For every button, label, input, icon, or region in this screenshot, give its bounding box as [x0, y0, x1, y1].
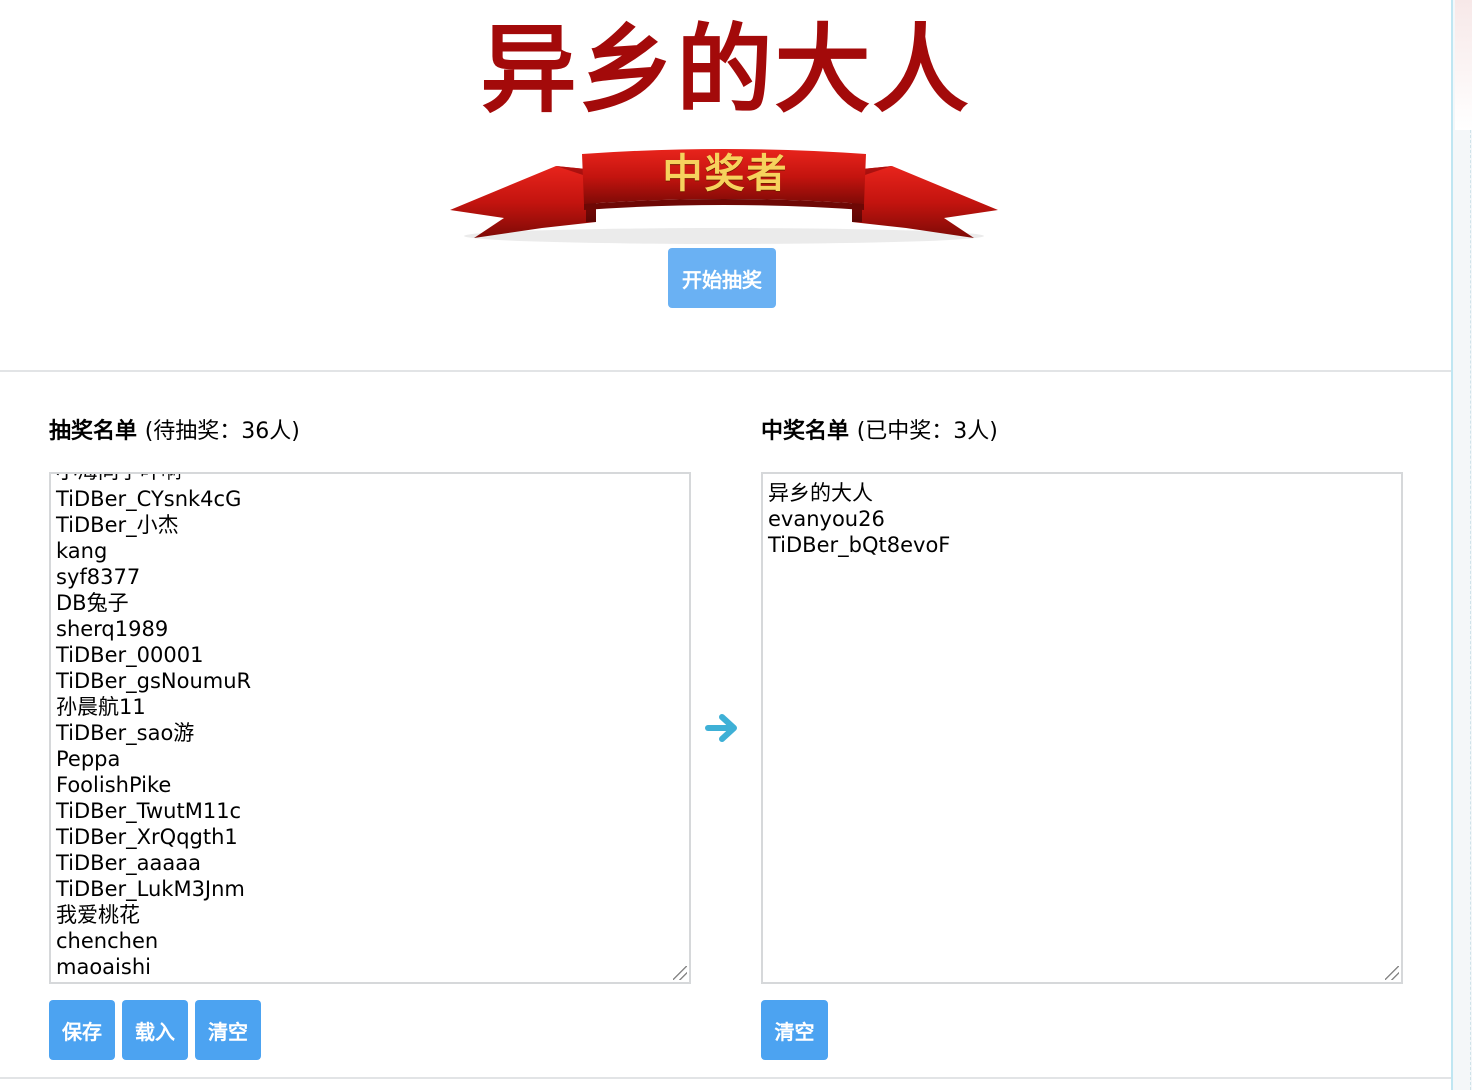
winner-name-line: 异乡的大人 [768, 481, 873, 505]
current-winner-name: 异乡的大人 [480, 13, 971, 126]
pending-name-line: syf8377 [56, 565, 141, 589]
pending-name-line: 我爱桃花 [56, 903, 140, 927]
lottery-page: 异乡的大人 中奖者 开始抽奖 抽奖名单 (待抽奖：36人) TiDBer_CYs… [0, 0, 1451, 1090]
winners-names-textarea[interactable]: 异乡的大人 evanyou26 TiDBer_bQt8evoF [761, 472, 1403, 984]
pending-list-title: 抽奖名单 (待抽奖：36人) [49, 414, 300, 450]
pending-name-line: TiDBer_gsNoumuR [56, 669, 252, 693]
scrollbar-track[interactable] [1451, 0, 1472, 1090]
winners-list-label: 中奖名单 [761, 419, 850, 444]
pending-name-line: TiDBer_LukM3Jnm [56, 877, 245, 901]
pending-names-list: TiDBer_CYsnk4cG TiDBer_小杰 kang syf8377 DB兔子 s… [56, 486, 251, 980]
pending-name-line: DB兔子 [56, 591, 129, 615]
save-button[interactable]: 保存 [49, 1000, 115, 1060]
start-lottery-button[interactable]: 开始抽奖 [668, 248, 776, 308]
pending-name-line: Peppa [56, 747, 121, 771]
clear-pending-button[interactable]: 清空 [195, 1000, 261, 1060]
pending-name-line: TiDBer_00001 [56, 643, 204, 667]
winner-name-line: TiDBer_bQt8evoF [768, 533, 951, 557]
winners-count: (已中奖：3人) [856, 419, 998, 444]
pending-name-line: 孙晨航11 [56, 695, 146, 719]
resize-handle-icon[interactable] [1385, 966, 1399, 980]
pending-list-label: 抽奖名单 [49, 419, 138, 444]
footer-divider [0, 1077, 1451, 1079]
winners-names-list: 异乡的大人 evanyou26 TiDBer_bQt8evoF [768, 480, 950, 558]
ribbon-label: 中奖者 [662, 150, 789, 197]
pending-name-line: kang [56, 539, 108, 563]
winner-name-line: evanyou26 [768, 507, 885, 531]
pending-name-line: TiDBer_XrQqgth1 [56, 825, 238, 849]
resize-handle-icon[interactable] [673, 966, 687, 980]
clear-winners-button[interactable]: 清空 [761, 1000, 828, 1060]
load-button[interactable]: 载入 [122, 1000, 188, 1060]
pending-name-line: sherq1989 [56, 617, 169, 641]
pending-name-line: TiDBer_aaaaa [56, 851, 201, 875]
pending-count: (待抽奖：36人) [144, 419, 300, 444]
pending-name-line: TiDBer_小杰 [56, 513, 179, 537]
header-divider [0, 370, 1451, 372]
pending-names-partial-line: 小海同学叶啊 [56, 474, 182, 484]
pending-name-line: maoaishi [56, 955, 151, 979]
arrow-right-icon [705, 714, 737, 742]
pending-name-line: TiDBer_CYsnk4cG [56, 487, 242, 511]
pending-name-line: FoolishPike [56, 773, 172, 797]
pending-name-line: TiDBer_TwutM11c [56, 799, 242, 823]
pending-name-line: TiDBer_sao游 [56, 721, 195, 745]
winners-list-title: 中奖名单 (已中奖：3人) [761, 414, 998, 450]
pending-names-textarea[interactable]: 小海同学叶啊 TiDBer_CYsnk4cGTiDBer_小杰kangsyf83… [49, 472, 691, 984]
pending-name-line: chenchen [56, 929, 159, 953]
